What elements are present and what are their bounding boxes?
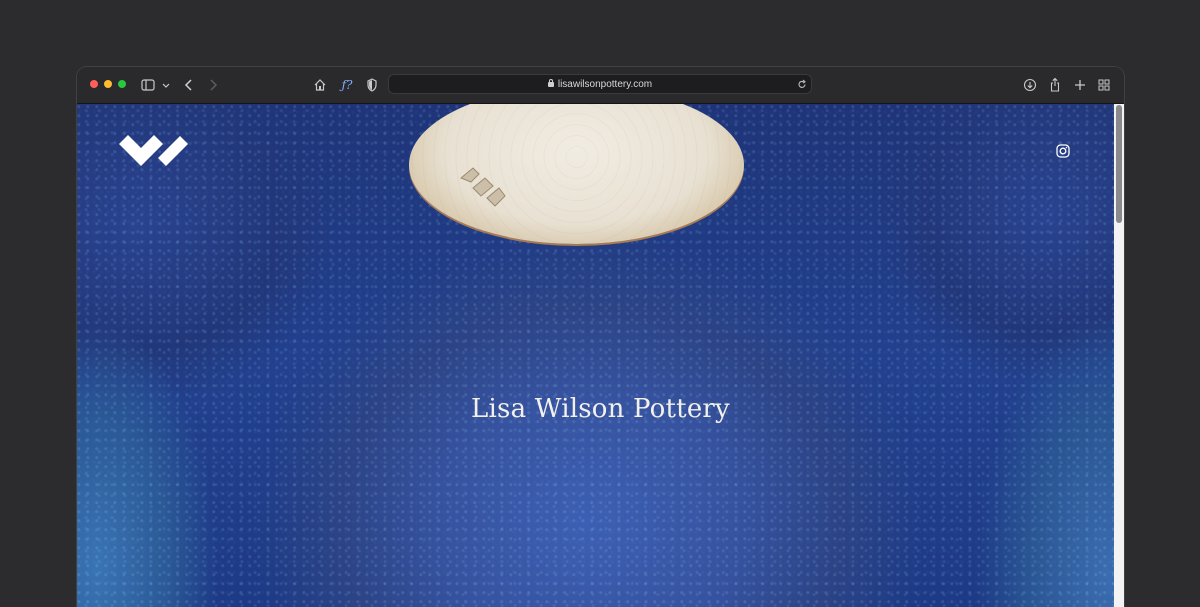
- forward-icon[interactable]: [208, 75, 220, 95]
- home-icon[interactable]: [313, 75, 327, 95]
- scrollbar-thumb[interactable]: [1116, 105, 1122, 223]
- site-title: Lisa Wilson Pottery: [471, 394, 730, 424]
- share-icon[interactable]: [1049, 75, 1061, 95]
- browser-toolbar: ƒ? lisawilsonpottery.com: [77, 67, 1124, 104]
- minimize-window-button[interactable]: [104, 80, 112, 88]
- zoom-window-button[interactable]: [118, 80, 126, 88]
- lw-logo[interactable]: [119, 135, 189, 167]
- address-bar[interactable]: lisawilsonpottery.com: [388, 74, 812, 94]
- url-text: lisawilsonpottery.com: [557, 79, 653, 90]
- privacy-shield-icon[interactable]: [366, 75, 378, 95]
- reload-icon[interactable]: [797, 78, 807, 96]
- download-icon[interactable]: [1023, 75, 1037, 95]
- lock-icon: [547, 79, 554, 87]
- new-tab-icon[interactable]: [1074, 75, 1086, 95]
- tab-overview-icon[interactable]: [1098, 75, 1110, 95]
- page-viewport: Lisa Wilson Pottery: [77, 104, 1124, 607]
- instagram-icon[interactable]: [1056, 144, 1070, 158]
- address-bar-content: lisawilsonpottery.com: [389, 78, 811, 91]
- browser-window: ƒ? lisawilsonpottery.com Lisa Wilson Pot…: [77, 67, 1124, 607]
- page-scrollbar[interactable]: [1114, 104, 1124, 607]
- formula-extension-icon[interactable]: ƒ?: [339, 75, 355, 95]
- sidebar-icon[interactable]: [141, 75, 157, 95]
- close-window-button[interactable]: [90, 80, 98, 88]
- maker-stamp-icon: [460, 167, 506, 207]
- chevron-down-icon[interactable]: [162, 75, 172, 95]
- back-icon[interactable]: [184, 75, 196, 95]
